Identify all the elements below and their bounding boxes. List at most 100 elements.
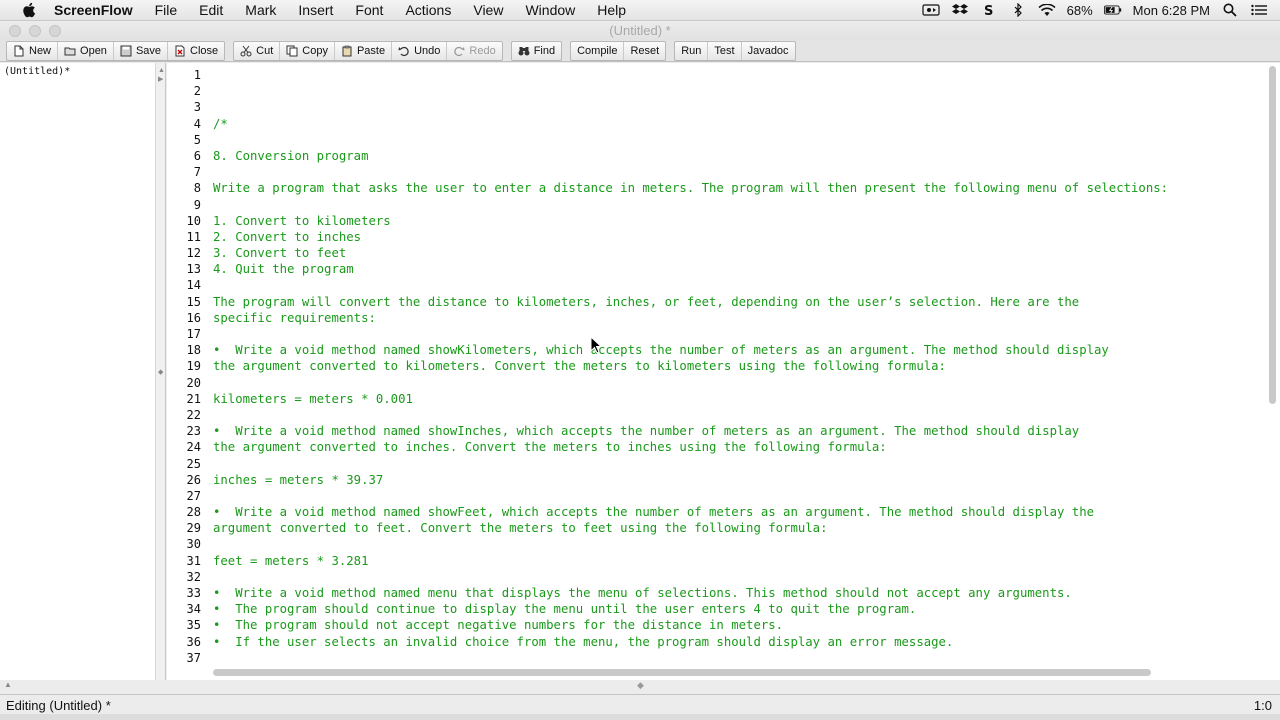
- copy-button[interactable]: Copy: [280, 41, 335, 60]
- code-line[interactable]: [213, 407, 1253, 423]
- code-line[interactable]: • The program should continue to display…: [213, 601, 1253, 617]
- collapse-right-icon[interactable]: ▶: [158, 75, 163, 83]
- minimize-window-button[interactable]: [29, 25, 41, 37]
- code-line[interactable]: [213, 650, 1253, 666]
- status-text: Editing (Untitled) *: [6, 697, 111, 713]
- compile-button[interactable]: Compile: [571, 41, 625, 60]
- window-title: (Untitled) *: [609, 23, 671, 38]
- new-button[interactable]: New: [7, 41, 59, 60]
- zoom-window-button[interactable]: [49, 25, 61, 37]
- open-button[interactable]: Open: [58, 41, 114, 60]
- spotlight-search-icon[interactable]: [1221, 3, 1239, 17]
- line-number: 34: [186, 602, 201, 617]
- clock[interactable]: Mon 6:28 PM: [1133, 3, 1210, 18]
- reset-button[interactable]: Reset: [624, 42, 665, 60]
- save-button[interactable]: Save: [114, 41, 169, 60]
- run-button-group: Run Test Javadoc: [674, 40, 796, 61]
- code-line[interactable]: the argument converted to kilometers. Co…: [213, 358, 1253, 374]
- redo-button[interactable]: Redo: [447, 42, 501, 60]
- battery-percent: 68%: [1066, 2, 1093, 18]
- toolbar: New Open Save Close Cut Copy Paste Undo …: [0, 40, 1280, 62]
- code-line[interactable]: [213, 197, 1253, 213]
- menu-actions[interactable]: Actions: [394, 0, 462, 20]
- code-line[interactable]: 8. Conversion program: [213, 148, 1253, 164]
- screen-record-icon[interactable]: [922, 3, 940, 17]
- line-number: 32: [186, 569, 201, 584]
- code-line[interactable]: argument converted to feet. Convert the …: [213, 520, 1253, 536]
- cut-button[interactable]: Cut: [234, 41, 281, 60]
- code-line[interactable]: 4. Quit the program: [213, 261, 1253, 277]
- code-line[interactable]: specific requirements:: [213, 310, 1253, 326]
- notification-center-icon[interactable]: [1250, 3, 1268, 17]
- code-line[interactable]: [213, 375, 1253, 391]
- open-folder-icon: [64, 47, 76, 55]
- menu-view[interactable]: View: [462, 0, 514, 20]
- code-line[interactable]: 3. Convert to feet: [213, 245, 1253, 261]
- run-button[interactable]: Run: [675, 41, 709, 60]
- battery-charging-icon[interactable]: [1103, 3, 1122, 17]
- code-line[interactable]: [213, 67, 1253, 83]
- code-line[interactable]: feet = meters * 3.281: [213, 553, 1253, 569]
- menu-file[interactable]: File: [144, 0, 189, 20]
- code-line[interactable]: [213, 99, 1253, 115]
- code-line[interactable]: [213, 488, 1253, 504]
- code-line[interactable]: /*: [213, 116, 1253, 132]
- menu-edit[interactable]: Edit: [188, 0, 234, 20]
- code-line[interactable]: • The program should not accept negative…: [213, 617, 1253, 633]
- javadoc-button[interactable]: Javadoc: [742, 42, 795, 60]
- find-button[interactable]: Find: [512, 42, 561, 60]
- splitter-handle-icon[interactable]: ◆: [158, 368, 163, 376]
- code-line[interactable]: [213, 83, 1253, 99]
- code-line[interactable]: inches = meters * 39.37: [213, 472, 1253, 488]
- code-line[interactable]: Write a program that asks the user to en…: [213, 180, 1253, 196]
- code-line[interactable]: • Write a void method named showKilomete…: [213, 342, 1253, 358]
- code-editor[interactable]: 1 2 3 4 5 6 7 8 9 10 11 12 13 14 15 16 17 18 19 20 21 22 23 24 2…: [167, 63, 1280, 680]
- status-bar: Editing (Untitled) * 1:0: [0, 694, 1280, 715]
- undo-button[interactable]: Undo: [392, 41, 448, 60]
- line-number: 36: [186, 634, 201, 649]
- collapse-up-icon[interactable]: ▲: [158, 67, 165, 74]
- menu-insert[interactable]: Insert: [287, 0, 344, 20]
- code-line[interactable]: • Write a void method named showInches, …: [213, 423, 1253, 439]
- code-line[interactable]: 1. Convert to kilometers: [213, 213, 1253, 229]
- line-number: 14: [186, 278, 201, 293]
- code-line[interactable]: • Write a void method named menu that di…: [213, 585, 1253, 601]
- paste-button[interactable]: Paste: [335, 41, 393, 60]
- code-line[interactable]: [213, 132, 1253, 148]
- binoculars-icon: [518, 46, 530, 55]
- code-line[interactable]: The program will convert the distance to…: [213, 294, 1253, 310]
- wifi-icon[interactable]: [1038, 3, 1056, 17]
- code-line[interactable]: [213, 536, 1253, 552]
- code-line[interactable]: • If the user selects an invalid choice …: [213, 634, 1253, 650]
- code-line[interactable]: [213, 164, 1253, 180]
- code-line[interactable]: [213, 326, 1253, 342]
- apple-icon[interactable]: [18, 2, 40, 18]
- code-line[interactable]: 2. Convert to inches: [213, 229, 1253, 245]
- skype-icon[interactable]: S: [980, 3, 998, 17]
- test-button[interactable]: Test: [708, 41, 742, 60]
- code-line[interactable]: kilometers = meters * 0.001: [213, 391, 1253, 407]
- menu-window[interactable]: Window: [514, 0, 586, 20]
- bluetooth-icon[interactable]: [1009, 3, 1027, 17]
- code-line[interactable]: [213, 277, 1253, 293]
- code-line[interactable]: [213, 569, 1253, 585]
- menu-help[interactable]: Help: [586, 0, 637, 20]
- close-button[interactable]: Close: [168, 42, 224, 60]
- vertical-scrollbar[interactable]: [1269, 66, 1276, 404]
- code-text-area[interactable]: /* 8. Conversion program Write a program t…: [213, 67, 1253, 666]
- line-number: 8: [193, 181, 201, 196]
- menu-mark[interactable]: Mark: [234, 0, 287, 20]
- code-line[interactable]: • Write a void method named showFeet, wh…: [213, 504, 1253, 520]
- dropbox-icon[interactable]: [951, 3, 969, 17]
- split-handle-icon[interactable]: ◆: [637, 680, 644, 691]
- expand-panel-icon[interactable]: ▲: [4, 680, 12, 689]
- panel-splitter[interactable]: ▲ ▶ ◆: [155, 63, 165, 680]
- code-line[interactable]: the argument converted to inches. Conver…: [213, 439, 1253, 455]
- horizontal-scrollbar[interactable]: [213, 669, 1151, 676]
- line-number: 2: [193, 84, 201, 99]
- code-line[interactable]: [213, 456, 1253, 472]
- file-list-item[interactable]: (Untitled)*: [4, 66, 70, 77]
- app-name-menu[interactable]: ScreenFlow: [40, 0, 144, 20]
- menu-font[interactable]: Font: [344, 0, 394, 20]
- close-window-button[interactable]: [9, 25, 21, 37]
